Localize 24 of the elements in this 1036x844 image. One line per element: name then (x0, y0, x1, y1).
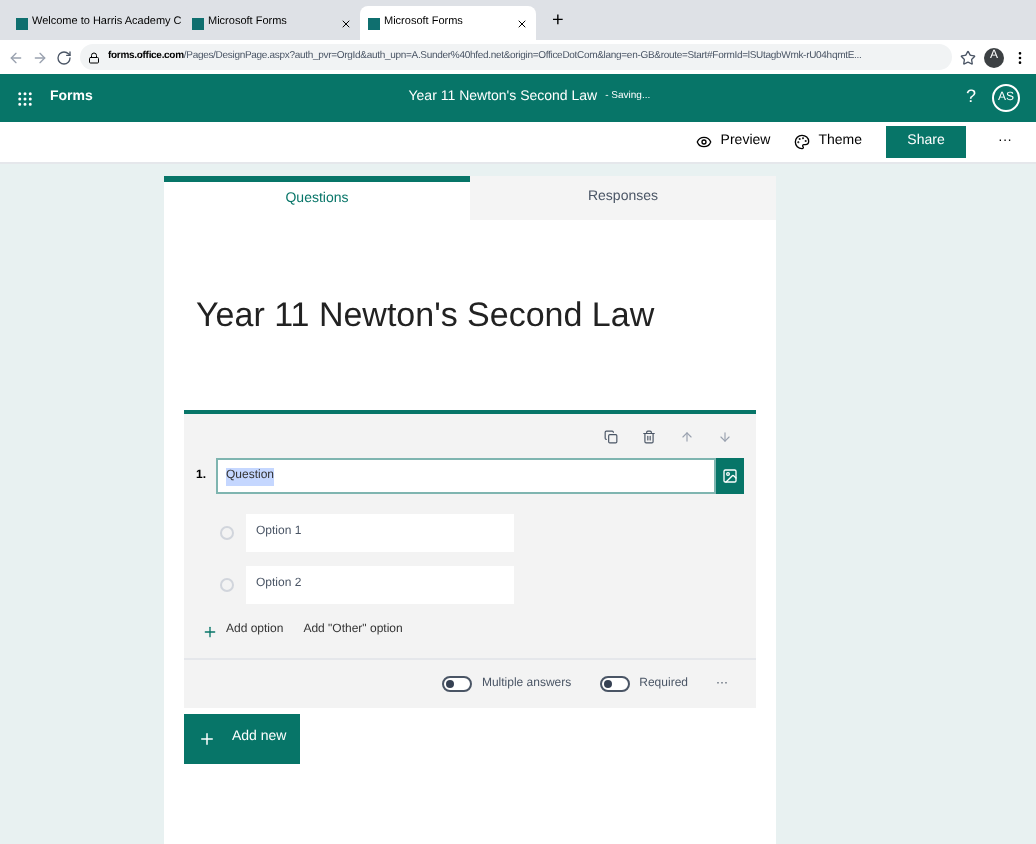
close-icon[interactable] (516, 17, 528, 29)
insert-media-button[interactable] (716, 458, 744, 494)
plus-icon (202, 623, 218, 639)
radio-button[interactable] (220, 578, 234, 592)
app-launcher-icon[interactable] (16, 89, 34, 107)
tab-favicon-icon (192, 17, 204, 29)
bookmark-icon[interactable] (960, 49, 976, 65)
toggle-switch[interactable] (441, 676, 472, 692)
copy-icon[interactable] (604, 429, 618, 443)
delete-icon[interactable] (642, 429, 656, 443)
new-tab-button[interactable]: + (536, 5, 580, 35)
plus-icon (198, 730, 216, 748)
toggle-switch[interactable] (599, 676, 630, 692)
image-icon (722, 468, 738, 484)
radio-button[interactable] (220, 526, 234, 540)
tab-favicon-icon (16, 17, 28, 29)
eye-icon (696, 134, 713, 150)
palette-icon (794, 134, 811, 150)
tab-favicon-icon (368, 17, 380, 29)
close-icon[interactable] (340, 17, 352, 29)
form-heading: Year 11 Newton's Second Law (196, 293, 655, 338)
help-button[interactable]: ? (965, 84, 976, 112)
reload-icon[interactable] (56, 49, 72, 65)
lock-icon (88, 51, 100, 63)
